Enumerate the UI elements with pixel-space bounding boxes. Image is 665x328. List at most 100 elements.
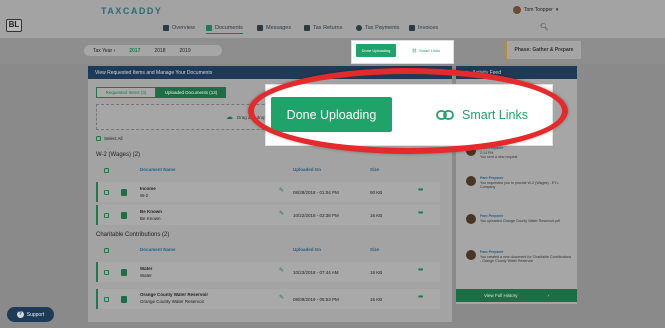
edit-pencil-icon[interactable]: ✎ <box>279 294 284 301</box>
feed-text: You uploaded Orange County Water Reservo… <box>480 218 560 223</box>
document-name[interactable]: Income <box>140 186 156 191</box>
year-2017[interactable]: 2017 <box>129 48 140 54</box>
more-options-icon[interactable]: ••• <box>418 294 423 301</box>
avatar <box>513 6 521 14</box>
nav-label: Messages <box>266 25 292 31</box>
smart-links-label: Smart Links <box>418 48 441 53</box>
section-checkbox[interactable] <box>104 168 109 173</box>
edit-pencil-icon[interactable]: ✎ <box>279 210 284 217</box>
brand-logo[interactable]: TAXCADDY <box>101 6 162 16</box>
section-checkbox[interactable] <box>104 248 109 253</box>
dollar-icon <box>356 25 362 31</box>
nav-tax-payments[interactable]: Tax Payments <box>356 22 400 34</box>
view-full-history-label: View Full History <box>484 293 518 298</box>
tab-uploaded-documents[interactable]: Uploaded Documents (13) <box>156 87 226 98</box>
select-all[interactable]: Select All <box>96 136 123 141</box>
nav-label: Tax Returns <box>313 25 343 31</box>
row-checkbox[interactable] <box>104 190 109 195</box>
nav-messages[interactable]: Messages <box>257 22 291 34</box>
chevron-down-icon: ▾ <box>555 7 559 13</box>
chevron-right-icon: › <box>547 293 549 298</box>
tax-year-selector: Tax Year › 2017 2018 2019 <box>84 45 222 56</box>
section-title: Charitable Contributions (2) <box>96 232 170 238</box>
help-icon: ? <box>16 311 24 318</box>
document-icon <box>206 24 212 31</box>
nav-overview[interactable]: Overview <box>163 22 195 34</box>
link-icon: ⛓ <box>411 48 417 53</box>
upload-date: 10/22/2018 - 03:38 PM <box>293 213 339 218</box>
tax-return-icon <box>304 25 310 31</box>
column-uploaded-on: Uploaded On <box>293 247 321 252</box>
edit-pencil-icon[interactable]: ✎ <box>279 187 284 194</box>
year-2019[interactable]: 2019 <box>180 48 191 54</box>
feed-text: You sent a new request <box>480 155 518 159</box>
nav-label: Tax Payments <box>365 25 400 31</box>
column-uploaded-on: Uploaded On <box>293 167 321 172</box>
support-label: Support <box>26 311 45 318</box>
document-icon <box>121 212 127 219</box>
document-icon <box>121 189 127 196</box>
nav-documents[interactable]: Documents <box>206 22 243 34</box>
invoice-icon <box>409 25 415 31</box>
table-row[interactable] <box>96 205 440 225</box>
upload-date: 08/28/2018 - 01:04 PM <box>293 190 339 195</box>
table-row[interactable] <box>96 262 440 282</box>
more-options-icon[interactable]: ••• <box>418 187 423 194</box>
file-size: 16 KB <box>370 213 383 218</box>
nav-tax-returns[interactable]: Tax Returns <box>304 22 342 34</box>
document-name[interactable]: Water <box>140 266 152 271</box>
done-uploading-button-small[interactable]: Done Uploading <box>356 44 396 57</box>
tab-requested-items[interactable]: Requested Items (3) <box>96 87 156 98</box>
support-button[interactable]: ? Support <box>7 307 54 322</box>
tax-year-label: Tax Year › <box>93 47 116 54</box>
avatar <box>466 250 476 260</box>
column-size: Size <box>370 167 380 172</box>
table-row[interactable] <box>96 182 440 202</box>
view-full-history-button[interactable]: View Full History › <box>456 289 577 302</box>
upload-date: 09/09/2019 - 05:53 PM <box>293 297 339 302</box>
feed-item[interactable]: Pam Preparer You uploaded Orange County … <box>466 214 574 224</box>
feed-text: You requested you to provide W-2 (Wages)… <box>480 180 559 190</box>
phase-badge: Phase: Gather & Prepare <box>505 41 581 59</box>
file-size: 16 KB <box>370 297 383 302</box>
smart-links-button-small[interactable]: ⛓ Smart Links <box>404 44 448 57</box>
more-options-icon[interactable]: ••• <box>418 267 423 274</box>
select-all-checkbox[interactable] <box>96 136 101 141</box>
document-subtitle: Orange County Water Reservoir <box>140 299 205 304</box>
year-2018[interactable]: 2018 <box>154 48 165 54</box>
client-logo: BL <box>6 19 22 32</box>
document-subtitle: W-2 <box>140 193 149 198</box>
avatar <box>466 214 476 224</box>
upload-icon: ☁ <box>225 114 233 121</box>
feed-text: You created a new document for Charitabl… <box>480 254 572 264</box>
document-subtitle: Be Known <box>140 216 161 221</box>
more-options-icon[interactable]: ••• <box>418 210 423 217</box>
nav-invoices[interactable]: Invoices <box>409 22 438 34</box>
row-checkbox[interactable] <box>104 270 109 275</box>
user-menu[interactable]: Tom Toopper ▾ <box>513 6 558 14</box>
row-checkbox[interactable] <box>104 297 109 302</box>
search-icon[interactable]: 🔍︎ <box>540 23 549 31</box>
highlight-circle <box>248 68 568 154</box>
column-document-name: Document Name <box>140 167 176 172</box>
row-checkbox[interactable] <box>104 213 109 218</box>
user-name: Tom Toopper <box>524 7 553 13</box>
document-name[interactable]: Be Known <box>140 209 162 214</box>
document-icon <box>121 269 127 276</box>
file-size: 16 KB <box>370 270 383 275</box>
upload-date: 10/23/2018 - 07:44 AM <box>293 270 339 275</box>
home-icon <box>163 25 169 31</box>
section-title: W-2 (Wages) (2) <box>96 152 141 158</box>
feed-item[interactable]: Pam Preparer You requested you to provid… <box>466 176 574 190</box>
column-size: Size <box>370 247 380 252</box>
document-name[interactable]: Orange County Water Reservoir <box>140 292 208 297</box>
nav-label: Invoices <box>418 25 439 31</box>
nav-label: Overview <box>172 25 195 31</box>
document-icon <box>121 296 127 303</box>
column-document-name: Document Name <box>140 247 176 252</box>
message-icon <box>257 25 263 31</box>
feed-item[interactable]: Pam Preparer You created a new document … <box>466 250 574 264</box>
avatar <box>466 176 476 186</box>
edit-pencil-icon[interactable]: ✎ <box>279 267 284 274</box>
file-size: 90 KB <box>370 190 383 195</box>
